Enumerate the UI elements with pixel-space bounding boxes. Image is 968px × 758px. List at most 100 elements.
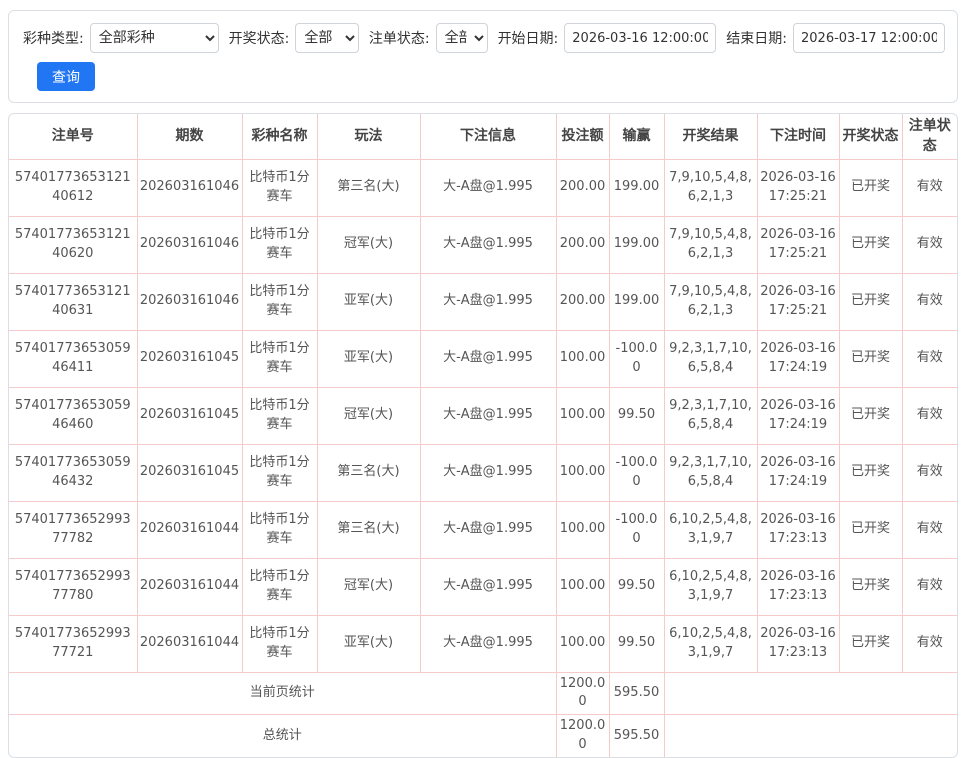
order-status-select[interactable]: 全部 — [435, 23, 488, 53]
cell-win-loss: 99.50 — [608, 386, 665, 445]
cell-bet-info: 大-A盘@1.995 — [419, 443, 557, 502]
cell-period: 202603161046 — [136, 215, 243, 274]
cell-period: 202603161045 — [136, 386, 243, 445]
cell-win-loss: 199.00 — [608, 272, 665, 331]
cell-period: 202603161044 — [136, 500, 243, 559]
cell-win-loss: 99.50 — [608, 557, 665, 616]
cell-bet-info: 大-A盘@1.995 — [419, 386, 557, 445]
cell-draw-status: 已开奖 — [838, 329, 903, 388]
header-draw-result: 开奖结果 — [663, 114, 758, 160]
cell-draw-result: 9,2,3,1,7,10,6,5,8,4 — [663, 329, 758, 388]
start-date-label: 开始日期: — [497, 31, 559, 47]
header-play-type: 玩法 — [316, 114, 421, 160]
cell-bet-id: 5740177365305946460 — [9, 386, 138, 445]
cell-win-loss: -100.00 — [608, 329, 665, 388]
cell-lottery-name: 比特币1分赛车 — [241, 329, 318, 388]
cell-order-status: 有效 — [901, 215, 957, 274]
cell-bet-amount: 100.00 — [555, 614, 610, 673]
cell-win-loss: -100.00 — [608, 443, 665, 502]
cell-bet-info: 大-A盘@1.995 — [419, 614, 557, 673]
header-period: 期数 — [136, 114, 243, 160]
end-date-input[interactable] — [793, 23, 945, 53]
cell-draw-status: 已开奖 — [838, 500, 903, 559]
header-bet-id: 注单号 — [9, 114, 138, 160]
header-bet-info: 下注信息 — [419, 114, 557, 160]
summary-row: 当前页统计 1200.00 595.50 — [9, 671, 957, 716]
summary-label: 总统计 — [9, 714, 557, 757]
cell-bet-id: 5740177365305946432 — [9, 443, 138, 502]
summary-winloss-total: 595.50 — [608, 671, 665, 716]
cell-bet-info: 大-A盘@1.995 — [419, 215, 557, 274]
cell-bet-time: 2026-03-16 17:25:21 — [756, 272, 840, 331]
cell-draw-result: 7,9,10,5,4,8,6,2,1,3 — [663, 215, 758, 274]
cell-bet-time: 2026-03-16 17:25:21 — [756, 215, 840, 274]
cell-bet-info: 大-A盘@1.995 — [419, 272, 557, 331]
cell-bet-amount: 100.00 — [555, 557, 610, 616]
summary-empty-cell — [663, 714, 957, 757]
table-row: 5740177365312140631 202603161046 比特币1分赛车 亚军… — [9, 272, 957, 331]
table-row: 5740177365299377782 202603161044 比特币1分赛车 第三… — [9, 500, 957, 559]
cell-bet-id: 5740177365305946411 — [9, 329, 138, 388]
cell-bet-id: 5740177365312140620 — [9, 215, 138, 274]
table-row: 5740177365305946460 202603161045 比特币1分赛车 冠军… — [9, 386, 957, 445]
button-row: 查询 — [23, 62, 945, 91]
lottery-type-label: 彩种类型: — [23, 31, 84, 47]
cell-bet-id: 5740177365312140631 — [9, 272, 138, 331]
header-row: 注单号 期数 彩种名称 玩法 下注信息 投注额 输赢 开奖结果 下注时间 开奖状… — [9, 114, 957, 160]
cell-lottery-name: 比特币1分赛车 — [241, 614, 318, 673]
draw-status-select[interactable]: 全部 — [295, 23, 359, 53]
cell-bet-id: 5740177365299377782 — [9, 500, 138, 559]
cell-lottery-name: 比特币1分赛车 — [241, 443, 318, 502]
draw-status-label: 开奖状态: — [228, 31, 290, 47]
cell-draw-result: 6,10,2,5,4,8,3,1,9,7 — [663, 614, 758, 673]
table-row: 5740177365305946411 202603161045 比特币1分赛车 亚军… — [9, 329, 957, 388]
page: 彩种类型: 全部彩种 开奖状态: 全部 注单状态: 全部 开始日期: 结束日期:… — [0, 0, 968, 758]
cell-lottery-name: 比特币1分赛车 — [241, 215, 318, 274]
cell-period: 202603161046 — [136, 272, 243, 331]
cell-bet-id: 5740177365299377780 — [9, 557, 138, 616]
cell-draw-result: 7,9,10,5,4,8,6,2,1,3 — [663, 158, 758, 217]
cell-period: 202603161044 — [136, 557, 243, 616]
cell-lottery-name: 比特币1分赛车 — [241, 386, 318, 445]
start-date-input[interactable] — [564, 23, 717, 53]
table-row: 5740177365312140612 202603161046 比特币1分赛车 第三… — [9, 158, 957, 217]
cell-bet-amount: 200.00 — [555, 272, 610, 331]
cell-draw-status: 已开奖 — [838, 557, 903, 616]
cell-period: 202603161044 — [136, 614, 243, 673]
cell-bet-id: 5740177365299377721 — [9, 614, 138, 673]
cell-bet-amount: 100.00 — [555, 443, 610, 502]
cell-order-status: 有效 — [901, 386, 957, 445]
header-bet-time: 下注时间 — [756, 114, 840, 160]
cell-draw-status: 已开奖 — [838, 386, 903, 445]
cell-bet-time: 2026-03-16 17:24:19 — [756, 443, 840, 502]
cell-lottery-name: 比特币1分赛车 — [241, 500, 318, 559]
cell-bet-amount: 100.00 — [555, 500, 610, 559]
bet-records-card: 注单号 期数 彩种名称 玩法 下注信息 投注额 输赢 开奖结果 下注时间 开奖状… — [8, 113, 958, 758]
summary-bet-total: 1200.00 — [555, 671, 610, 716]
cell-bet-amount: 200.00 — [555, 158, 610, 217]
header-draw-status: 开奖状态 — [838, 114, 903, 160]
cell-lottery-name: 比特币1分赛车 — [241, 272, 318, 331]
cell-play-type: 第三名(大) — [316, 443, 421, 502]
header-win-loss: 输赢 — [608, 114, 665, 160]
cell-play-type: 亚军(大) — [316, 329, 421, 388]
cell-bet-time: 2026-03-16 17:23:13 — [756, 557, 840, 616]
cell-draw-result: 7,9,10,5,4,8,6,2,1,3 — [663, 272, 758, 331]
header-order-status: 注单状态 — [901, 114, 957, 160]
cell-bet-info: 大-A盘@1.995 — [419, 329, 557, 388]
cell-draw-status: 已开奖 — [838, 443, 903, 502]
cell-play-type: 第三名(大) — [316, 500, 421, 559]
table-header: 注单号 期数 彩种名称 玩法 下注信息 投注额 输赢 开奖结果 下注时间 开奖状… — [9, 114, 957, 160]
cell-play-type: 第三名(大) — [316, 158, 421, 217]
query-button[interactable]: 查询 — [37, 62, 95, 91]
cell-play-type: 冠军(大) — [316, 557, 421, 616]
cell-win-loss: 99.50 — [608, 614, 665, 673]
lottery-type-select[interactable]: 全部彩种 — [89, 23, 219, 53]
table-row: 5740177365305946432 202603161045 比特币1分赛车 第三… — [9, 443, 957, 502]
cell-play-type: 冠军(大) — [316, 386, 421, 445]
header-bet-amount: 投注额 — [555, 114, 610, 160]
cell-bet-time: 2026-03-16 17:23:13 — [756, 614, 840, 673]
cell-draw-status: 已开奖 — [838, 215, 903, 274]
cell-order-status: 有效 — [901, 614, 957, 673]
filter-bar: 彩种类型: 全部彩种 开奖状态: 全部 注单状态: 全部 开始日期: 结束日期:… — [8, 10, 958, 103]
